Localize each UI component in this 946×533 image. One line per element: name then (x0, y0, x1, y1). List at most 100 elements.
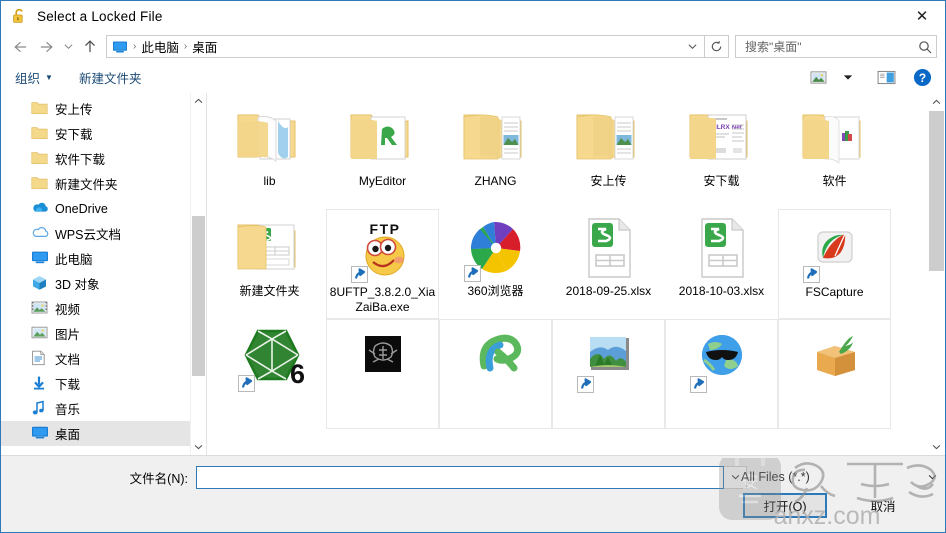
file-item[interactable] (552, 319, 665, 429)
recent-locations-button[interactable] (59, 34, 77, 60)
sidebar-item-11[interactable]: 下载 (1, 371, 206, 396)
refresh-button[interactable] (705, 35, 729, 58)
file-item[interactable]: MyEditor (326, 99, 439, 209)
file-list-scrollbar[interactable] (928, 93, 945, 455)
sidebar-scroll-down-button[interactable] (191, 439, 206, 455)
file-item[interactable]: FSCapture (778, 209, 891, 319)
search-box[interactable] (735, 35, 937, 58)
filename-input[interactable] (200, 466, 720, 488)
preview-pane-icon[interactable] (873, 66, 899, 90)
organize-label: 组织 (15, 72, 41, 86)
3d-objects-icon (31, 275, 48, 292)
breadcrumb-item-desktop[interactable]: 桌面 (189, 37, 220, 56)
sidebar-item-10[interactable]: 文档 (1, 346, 206, 371)
file-item[interactable]: ZHANG (439, 99, 552, 209)
organize-button[interactable]: 组织 ▼ (15, 68, 53, 87)
breadcrumb-dropdown-icon[interactable] (682, 36, 702, 57)
wps-spreadsheet-icon (688, 215, 756, 281)
file-list-pane[interactable]: lib MyEditor ZHANG 安上传 NLRX Net 安下载 软件新建文件夹 FTP… (206, 93, 945, 455)
360-browser-icon (462, 215, 530, 282)
globe-sunglasses-icon (688, 326, 756, 393)
file-item[interactable]: 2018-10-03.xlsx (665, 209, 778, 319)
help-icon[interactable]: ? (909, 66, 935, 90)
sidebar-item-13[interactable]: 桌面 (1, 421, 206, 446)
file-item[interactable]: 新建文件夹 (213, 209, 326, 319)
sidebar-item-4[interactable]: OneDrive (1, 196, 206, 221)
file-item[interactable]: 软件 (778, 99, 891, 209)
sidebar-scroll-up-button[interactable] (191, 93, 206, 109)
sidebar-item-12[interactable]: 音乐 (1, 396, 206, 421)
breadcrumb-bar[interactable]: › 此电脑 › 桌面 (106, 35, 705, 58)
sidebar-item-label: 软件下载 (55, 153, 106, 167)
file-item[interactable]: FTP 8UFTP_3.8.2.0_XiaZaiBa.exe (326, 209, 439, 319)
back-button[interactable] (7, 34, 33, 60)
file-item[interactable] (439, 319, 552, 429)
this-pc-icon (112, 40, 128, 54)
sidebar-item-label: 桌面 (55, 428, 81, 442)
forward-button[interactable] (33, 34, 59, 60)
sidebar-item-3[interactable]: 新建文件夹 (1, 171, 206, 196)
new-folder-label: 新建文件夹 (78, 72, 142, 86)
sidebar-item-1[interactable]: 安下载 (1, 121, 206, 146)
file-list-scroll-up-button[interactable] (928, 93, 945, 110)
dark-emblem-icon (349, 326, 417, 392)
sidebar-item-8[interactable]: 视频 (1, 296, 206, 321)
dialog-body: 安上传 安下载 软件下载 新建文件夹 OneDrive WPS云文档 此电脑 3D 对象 视频图… (1, 93, 945, 455)
address-bar: › 此电脑 › 桌面 (1, 31, 945, 62)
svg-text:?: ? (918, 71, 925, 85)
file-list-scroll-thumb[interactable] (929, 111, 944, 271)
search-icon (918, 40, 932, 54)
shortcut-arrow-icon (802, 266, 820, 283)
sidebar-item-2[interactable]: 软件下载 (1, 146, 206, 171)
file-item[interactable] (665, 319, 778, 429)
sidebar-item-9[interactable]: 图片 (1, 321, 206, 346)
view-layout-icon[interactable] (805, 66, 831, 90)
navigation-pane: 安上传安下载软件下载新建文件夹 OneDrive WPS云文档 此电脑 3D 对象 视频图… (1, 93, 206, 455)
ftp-smiley-icon: FTP (349, 216, 417, 283)
file-item-label: 2018-09-25.xlsx (565, 284, 652, 298)
sidebar-item-label: 安下载 (55, 128, 93, 142)
sidebar-scrollbar[interactable] (190, 93, 206, 455)
shortcut-arrow-icon (463, 265, 481, 282)
sidebar-item-6[interactable]: 此电脑 (1, 246, 206, 271)
breadcrumb-item-this-pc[interactable]: 此电脑 (138, 37, 182, 56)
close-button[interactable]: ✕ (899, 1, 945, 31)
file-item[interactable] (778, 319, 891, 429)
sidebar-item-label: 音乐 (55, 403, 81, 417)
view-dropdown-icon[interactable] (835, 66, 861, 90)
sidebar-item-label: 文档 (55, 353, 81, 367)
file-item-label: 新建文件夹 (239, 284, 300, 298)
folder-preview-photo-icon (575, 105, 643, 171)
file-item[interactable]: 2018-09-25.xlsx (552, 209, 665, 319)
file-item[interactable]: 360浏览器 (439, 209, 552, 319)
file-item[interactable]: NLRX Net 安下载 (665, 99, 778, 209)
documents-icon (31, 350, 48, 367)
file-item[interactable]: 6 (213, 319, 326, 429)
filetype-value: All Files (*.*) (741, 469, 810, 484)
filetype-combobox[interactable]: All Files (*.*) (736, 465, 941, 488)
file-item-label: FSCapture (805, 285, 864, 299)
sidebar-item-7[interactable]: 3D 对象 (1, 271, 206, 296)
landscape-photo-icon (575, 326, 643, 393)
lock-open-icon (11, 7, 29, 25)
folder-preview-sheet-icon (236, 215, 304, 281)
sidebar-item-5[interactable]: WPS云文档 (1, 221, 206, 246)
cancel-button[interactable]: 取消 (841, 493, 925, 518)
title-bar: Select a Locked File ✕ (1, 1, 945, 31)
search-input[interactable] (743, 38, 918, 55)
sidebar-item-0[interactable]: 安上传 (1, 96, 206, 121)
onedrive-icon (31, 200, 48, 217)
file-item[interactable] (326, 319, 439, 429)
folder-icon (31, 100, 48, 117)
sidebar-scroll-thumb[interactable] (192, 216, 205, 376)
open-button[interactable]: 打开(O) (743, 493, 827, 518)
videos-icon (31, 300, 48, 317)
file-item[interactable]: 安上传 (552, 99, 665, 209)
file-item[interactable]: lib (213, 99, 326, 209)
command-bar: 组织 ▼ 新建文件夹 ? (1, 62, 945, 93)
up-button[interactable] (77, 34, 103, 60)
folder-preview-resource-icon (349, 105, 417, 171)
file-list-scroll-down-button[interactable] (928, 438, 945, 455)
new-folder-button[interactable]: 新建文件夹 (79, 68, 142, 87)
filename-field[interactable] (196, 465, 724, 489)
